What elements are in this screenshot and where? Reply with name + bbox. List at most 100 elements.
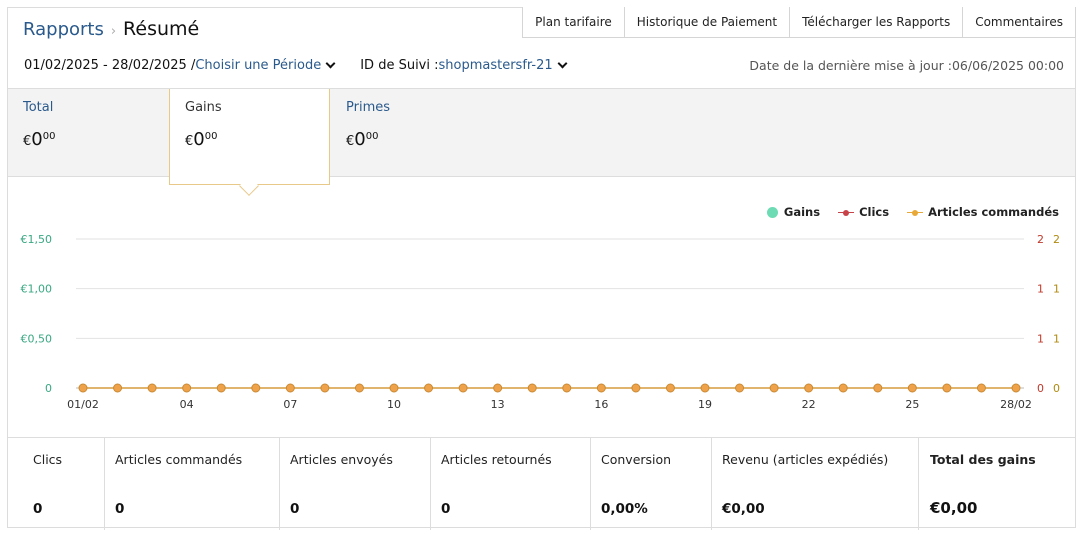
data-point [631,383,641,393]
data-point [354,383,364,393]
y-right-tick-label: 1 [1053,283,1060,296]
data-point [147,383,157,393]
top-tabs: Plan tarifaire Historique de Paiement Té… [522,7,1076,38]
data-point [493,383,503,393]
data-point [976,383,986,393]
stat-label: Articles envoyés [290,452,393,467]
data-point [389,383,399,393]
data-point [804,383,814,393]
chevron-down-icon[interactable] [325,58,336,69]
data-point [665,383,675,393]
tab-historique-paiement[interactable]: Historique de Paiement [623,7,791,38]
data-point [769,383,779,393]
y-right-tick-label: 1 [1037,283,1044,296]
x-tick-label: 04 [180,398,194,411]
data-point [1011,383,1021,393]
report-summary-panel: Rapports › Résumé Plan tarifaire Histori… [7,7,1076,530]
data-point [596,383,606,393]
metric-tabs: Total €000 Gains €000 Primes €000 [8,88,1075,196]
y-right-tick-label: 2 [1053,233,1060,246]
y-left-tick-label: €1,00 [21,283,53,296]
filter-bar: 01/02/2025 - 28/02/2025 / Choisir une Pé… [24,58,570,73]
tab-plan-tarifaire[interactable]: Plan tarifaire [522,7,625,38]
x-tick-label: 25 [905,398,919,411]
tab-commentaires[interactable]: Commentaires [962,7,1076,38]
data-point [320,383,330,393]
metric-label: Gains [185,100,222,115]
y-left-tick-label: €0,50 [21,332,53,345]
stat-label: Clics [33,452,63,467]
data-point [216,383,226,393]
data-point [285,383,295,393]
metric-tab-gains[interactable]: Gains €000 [169,89,330,196]
breadcrumb: Rapports › Résumé [23,18,199,40]
stat-value: 0 [115,501,125,517]
breadcrumb-link-rapports[interactable]: Rapports [23,19,104,40]
metric-label: Primes [346,100,391,115]
tab-telecharger-rapports[interactable]: Télécharger les Rapports [789,7,964,38]
metric-value: €000 [346,129,379,150]
stat-value: 0 [441,501,451,517]
report-header: Rapports › Résumé Plan tarifaire Histori… [8,7,1076,88]
stat-label: Total des gains [930,452,1036,467]
x-tick-label: 01/02 [67,398,99,411]
stat-total-gains: Total des gains €0,00 [919,438,1075,530]
y-right-tick-label: 2 [1037,233,1044,246]
x-tick-label: 22 [802,398,816,411]
data-point [113,383,123,393]
y-left-tick-label: 0 [45,382,52,395]
y-right-tick-label: 0 [1053,382,1060,395]
breadcrumb-separator: › [110,24,117,39]
stat-clics: Clics 0 [8,438,105,530]
stat-articles-envoyes: Articles envoyés 0 [280,438,431,530]
x-tick-label: 07 [283,398,297,411]
data-point [873,383,883,393]
stats-summary: Clics 0 Articles commandés 0 Articles en… [8,437,1075,530]
metric-value: €000 [23,129,56,150]
data-point [458,383,468,393]
metric-tab-primes[interactable]: Primes €000 [331,89,491,178]
tracking-id-label: ID de Suivi : [360,58,439,73]
stat-value: 0,00% [601,501,648,517]
data-point [562,383,572,393]
chart-plot: 0 0 0€0,50 1 1€1,00 1 1€1,50 2 201/02 04 07 10 13 16 1… [21,233,1061,411]
stat-articles-commandes: Articles commandés 0 [105,438,280,530]
data-point [735,383,745,393]
earnings-chart: Gains Clics Articles commandés 0 0 0 €0,50 1… [8,178,1075,436]
data-point [838,383,848,393]
data-point [182,383,192,393]
data-point [527,383,537,393]
metric-label: Total [23,100,54,115]
stat-revenu: Revenu (articles expédiés) €0,00 [712,438,919,530]
page-title: Résumé [123,18,200,40]
x-tick-label: 10 [387,398,401,411]
data-point [424,383,434,393]
stat-label: Articles retournés [441,452,552,467]
period-selector[interactable]: Choisir une Période [195,58,321,73]
stat-articles-retournes: Articles retournés 0 [431,438,591,530]
chevron-down-icon[interactable] [557,58,568,69]
stat-value: 0 [290,501,300,517]
tracking-id-selector[interactable]: shopmastersfr-21 [439,58,553,73]
metric-tab-total[interactable]: Total €000 [8,89,168,178]
x-tick-label: 16 [594,398,608,411]
stat-label: Conversion [601,452,672,467]
y-right-tick-label: 0 [1037,382,1044,395]
data-point [700,383,710,393]
y-right-tick-label: 1 [1053,332,1060,345]
data-point [942,383,952,393]
metric-value: €000 [185,129,218,150]
x-tick-label: 28/02 [1000,398,1032,411]
stat-label: Articles commandés [115,452,243,467]
y-right-tick-label: 1 [1037,332,1044,345]
last-updated-text: Date de la dernière mise à jour :06/06/2… [749,58,1064,73]
stat-label: Revenu (articles expédiés) [722,452,889,467]
x-tick-label: 19 [698,398,712,411]
y-left-tick-label: €1,50 [21,233,53,246]
stat-value: €0,00 [930,499,978,517]
stat-value: 0 [33,501,43,517]
data-point [907,383,917,393]
x-tick-label: 13 [491,398,505,411]
data-point [78,383,88,393]
date-range-text: 01/02/2025 - 28/02/2025 / [24,58,196,73]
